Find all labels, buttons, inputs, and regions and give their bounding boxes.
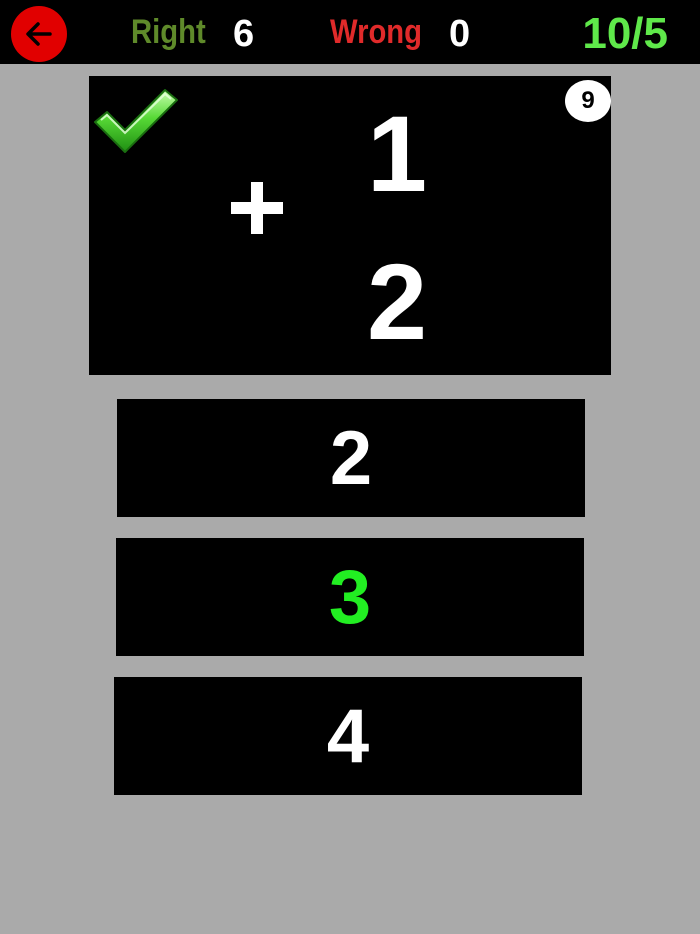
arrow-left-icon <box>26 22 52 46</box>
answer-option-1[interactable]: 2 <box>117 399 585 517</box>
checkmark-icon <box>94 89 178 153</box>
answer-option-3[interactable]: 4 <box>114 677 582 795</box>
plus-operator <box>231 182 283 234</box>
back-button[interactable] <box>11 6 67 62</box>
answer-option-2[interactable]: 3 <box>116 538 584 656</box>
timer-badge: 9 <box>565 80 611 122</box>
operand-top: 1 <box>366 93 428 214</box>
top-bar: Right 6 Wrong 0 10/5 <box>0 0 700 64</box>
question-card: 9 1 2 <box>89 76 611 375</box>
operand-bottom: 2 <box>366 241 428 362</box>
wrong-count: 0 <box>449 13 471 55</box>
question-progress: 10/5 <box>582 9 668 58</box>
right-count: 6 <box>233 13 255 55</box>
right-label: Right <box>131 13 206 51</box>
wrong-label: Wrong <box>330 13 423 51</box>
